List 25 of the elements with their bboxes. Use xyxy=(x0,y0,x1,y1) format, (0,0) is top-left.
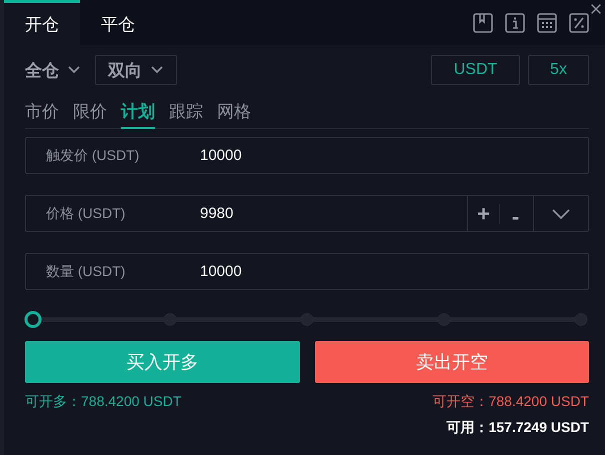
order-type-tab[interactable]: 跟踪 xyxy=(169,95,203,129)
order-type-tab[interactable]: 市价 xyxy=(25,95,59,129)
field-label: 触发价 (USDT) xyxy=(45,146,140,164)
order-type-tab[interactable]: 网格 xyxy=(217,95,251,129)
short-available-text: 可开空：788.4200 USDT xyxy=(432,393,589,411)
field-label: 数量 (USDT) xyxy=(45,262,126,280)
decrement-button[interactable]: - xyxy=(499,204,531,224)
field-value: 9980 xyxy=(200,205,234,222)
order-type-tab[interactable]: 限价 xyxy=(73,95,107,129)
long-available-text: 可开多：788.4200 USDT xyxy=(25,393,182,411)
currency-button[interactable]: USDT xyxy=(431,55,520,85)
field-label: 价格 (USDT) xyxy=(45,204,126,222)
order-type-tab[interactable]: 计划 xyxy=(121,95,155,129)
input-field[interactable]: 价格 (USDT) 9980 + - xyxy=(25,195,589,232)
field-value: 10000 xyxy=(200,263,243,280)
position-mode-dropdown[interactable]: 双向 xyxy=(95,55,177,85)
increment-button[interactable]: + xyxy=(467,196,499,231)
margin-mode-dropdown[interactable]: 全仓 xyxy=(25,58,81,82)
tab[interactable]: 平仓 xyxy=(80,0,156,45)
leverage-button[interactable]: 5x xyxy=(528,55,589,85)
input-field[interactable]: 触发价 (USDT) 10000 xyxy=(25,137,589,174)
tab[interactable]: 开仓 xyxy=(4,0,80,45)
input-field[interactable]: 数量 (USDT) 10000 xyxy=(25,253,589,290)
available-balance-text: 可用：157.7249 USDT xyxy=(446,419,589,437)
field-value: 10000 xyxy=(200,147,243,164)
